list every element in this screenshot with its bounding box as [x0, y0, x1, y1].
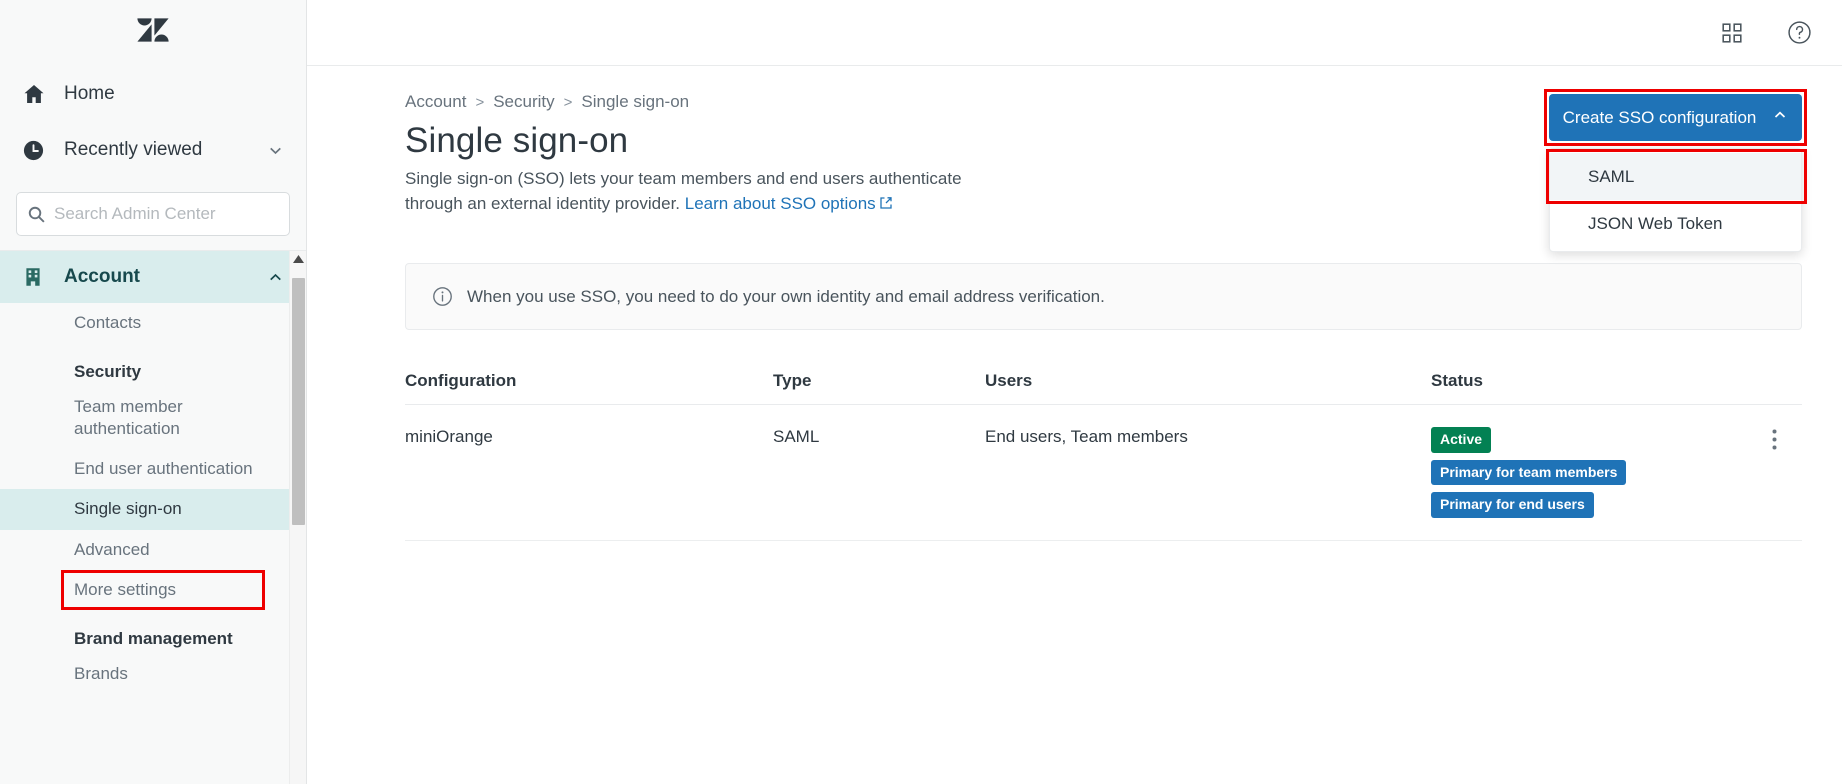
column-header-configuration: Configuration [405, 371, 517, 391]
search-container [0, 186, 306, 250]
breadcrumb-item-single-sign-on: Single sign-on [581, 92, 690, 111]
clock-icon [22, 139, 56, 162]
breadcrumb-item-account[interactable]: Account [405, 92, 466, 112]
building-icon [22, 266, 56, 288]
zendesk-logo-icon [136, 17, 170, 49]
learn-link-label: Learn about SSO options [684, 193, 876, 213]
sso-info-banner: When you use SSO, you need to do your ow… [405, 263, 1802, 331]
breadcrumb-separator: > [475, 93, 485, 111]
chevron-up-icon[interactable] [267, 269, 284, 286]
column-header-users: Users [985, 371, 1033, 391]
cell-configuration: miniOrange [405, 427, 493, 447]
main-content: Account > Security > Single sign-on Sing… [307, 0, 1842, 784]
search-icon [27, 205, 46, 224]
create-sso-configuration-button[interactable]: Create SSO configuration [1549, 94, 1802, 141]
sidebar-scroll-region: Account Contacts Security Team member au… [0, 250, 306, 784]
brand-header [0, 0, 306, 66]
home-icon [22, 82, 56, 106]
apps-grid-icon[interactable] [1721, 22, 1743, 44]
create-sso-dropdown-menu: SAML JSON Web Token [1546, 148, 1807, 252]
sidebar-item-recently-viewed[interactable]: Recently viewed [0, 122, 306, 178]
status-badge-primary-end-users: Primary for end users [1431, 492, 1594, 518]
dropdown-item-json-web-token[interactable]: JSON Web Token [1550, 200, 1801, 247]
sidebar-scrollbar-thumb[interactable] [292, 278, 305, 525]
top-bar [307, 0, 1842, 66]
breadcrumb-item-security[interactable]: Security [493, 92, 554, 112]
dropdown-item-saml[interactable]: SAML [1550, 153, 1801, 200]
status-badges: Active Primary for team members Primary … [1431, 427, 1746, 518]
sidebar-item-single-sign-on[interactable]: Single sign-on [0, 489, 306, 530]
kebab-menu-icon[interactable] [1772, 427, 1777, 450]
sidebar-scrollbar[interactable] [289, 251, 306, 784]
search-input[interactable] [54, 204, 279, 224]
cell-status: Active Primary for team members Primary … [1431, 427, 1746, 518]
cell-actions [1746, 427, 1802, 450]
page-content: Account > Security > Single sign-on Sing… [307, 66, 1842, 541]
sidebar-item-recently-viewed-label: Recently viewed [64, 139, 203, 160]
sidebar-item-contacts[interactable]: Contacts [0, 303, 306, 343]
learn-about-sso-options-link[interactable]: Learn about SSO options [685, 194, 893, 213]
sidebar-primary-nav: Home Recently viewed [0, 66, 306, 186]
column-header-type: Type [773, 371, 812, 391]
sidebar-item-team-member-authentication[interactable]: Team member authentication [0, 387, 306, 449]
chevron-up-icon [1772, 107, 1788, 128]
create-sso-action-area: Create SSO configuration SAML JSON Web T… [1544, 89, 1807, 252]
chevron-down-icon[interactable] [267, 142, 284, 159]
sidebar-section-account-label: Account [64, 266, 140, 287]
admin-center-app: Home Recently viewed Search Admin Center… [0, 0, 1842, 784]
status-badge-active: Active [1431, 427, 1492, 453]
sidebar-item-home-label: Home [64, 83, 115, 104]
sidebar-item-end-user-authentication[interactable]: End user authentication [0, 449, 306, 489]
scroll-up-arrow-icon[interactable] [290, 251, 306, 268]
sidebar-group-brand-management: Brand management [74, 628, 233, 648]
sidebar-group-security: Security [74, 362, 142, 382]
cell-type: SAML [773, 427, 820, 447]
breadcrumb-separator: > [563, 93, 573, 111]
sidebar-item-advanced[interactable]: Advanced [0, 530, 306, 570]
column-header-status: Status [1431, 371, 1483, 391]
table-row[interactable]: miniOrange SAML End users, Team members … [405, 405, 1802, 541]
sidebar-item-home[interactable]: Home [0, 66, 306, 122]
status-badge-primary-team-members: Primary for team members [1431, 459, 1627, 486]
help-circle-icon[interactable] [1787, 20, 1812, 45]
sidebar-item-more-settings[interactable]: More settings [0, 570, 306, 610]
table-header-row: Configuration Type Users Status [405, 371, 1802, 406]
sidebar-section-account[interactable]: Account [0, 251, 306, 303]
sso-configurations-table: Configuration Type Users Status miniOran… [405, 371, 1802, 541]
sidebar-item-brands[interactable]: Brands [0, 654, 306, 694]
sso-info-banner-text: When you use SSO, you need to do your ow… [467, 286, 1105, 306]
page-description: Single sign-on (SSO) lets your team memb… [307, 167, 987, 217]
search-box[interactable] [16, 192, 290, 236]
cell-users: End users, Team members [985, 427, 1188, 447]
info-circle-icon [432, 286, 453, 307]
sidebar: Home Recently viewed Search Admin Center… [0, 0, 307, 784]
create-sso-configuration-label: Create SSO configuration [1562, 107, 1757, 127]
external-link-icon [879, 193, 893, 218]
page-description-line2: external identity provider. [491, 193, 681, 213]
